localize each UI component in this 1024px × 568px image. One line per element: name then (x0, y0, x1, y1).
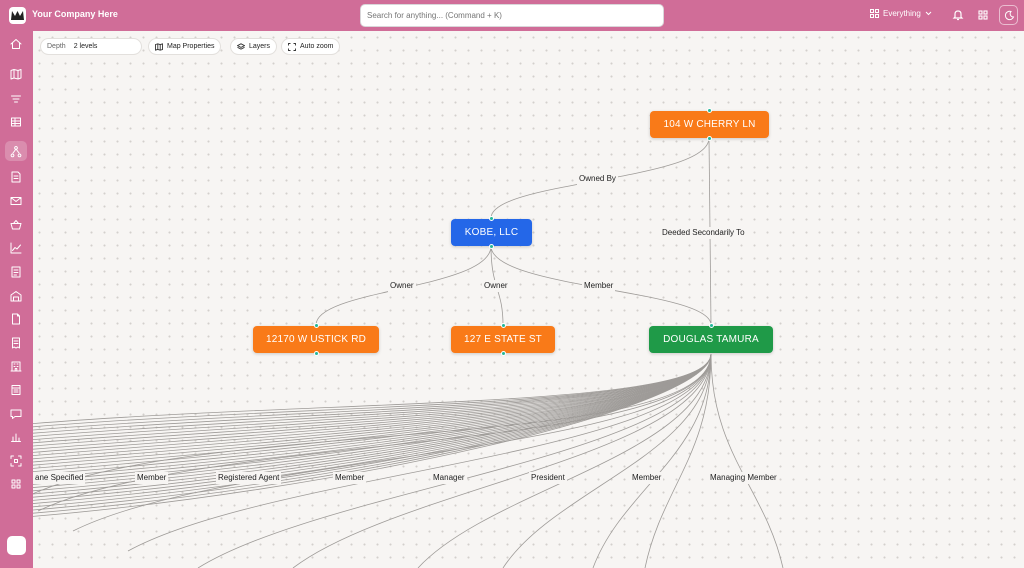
top-bar: Your Company Here Everything (0, 0, 1024, 31)
search-input[interactable] (360, 4, 664, 27)
depth-label: Depth (47, 43, 66, 50)
grid-icon (870, 9, 879, 18)
receipt-icon (12, 337, 20, 349)
ledger-icon (11, 385, 21, 395)
company-logo-icon[interactable] (9, 7, 26, 24)
bar-chart-icon (11, 433, 21, 442)
filter-icon (11, 95, 21, 103)
node-port[interactable] (489, 216, 494, 221)
mail-icon (10, 197, 22, 205)
edge-label: Member (582, 280, 616, 292)
sidebar-item-basket[interactable] (9, 218, 23, 232)
sidebar-item-filter[interactable] (9, 92, 23, 106)
node-port[interactable] (709, 323, 714, 328)
depth-value[interactable]: 2 levels (74, 43, 98, 50)
scope-dropdown[interactable]: Everything (870, 9, 932, 18)
table-icon (11, 117, 21, 127)
edge-label: Member (333, 472, 367, 484)
chat-icon (10, 409, 22, 419)
node-port[interactable] (501, 351, 506, 356)
sidebar-item-file[interactable] (9, 312, 23, 326)
sidebar-item-warehouse[interactable] (9, 289, 23, 303)
sidebar-item-document[interactable] (9, 170, 23, 184)
bell-icon[interactable] (951, 8, 965, 22)
layers-button[interactable]: Layers (230, 38, 278, 55)
home-icon (10, 39, 22, 49)
sidebar-item-mail[interactable] (9, 194, 23, 208)
company-name[interactable]: Your Company Here (32, 9, 118, 19)
sidebar-item-scan[interactable] (9, 454, 23, 468)
apps-icon[interactable] (976, 8, 990, 22)
document-icon (11, 171, 21, 183)
apps-grid-icon (11, 479, 21, 489)
node-port[interactable] (489, 244, 494, 249)
fan-edge (197, 353, 712, 568)
sidebar-item-table[interactable] (9, 115, 23, 129)
sidebar-item-building[interactable] (9, 359, 23, 373)
warehouse-icon (10, 291, 22, 302)
map-properties-label: Map Properties (167, 43, 215, 50)
file-icon (12, 313, 20, 325)
map-properties-button[interactable]: Map Properties (148, 38, 222, 55)
edge-label: Owned By (577, 173, 618, 185)
graph-canvas[interactable]: Depth 2 levels Map Properties Layers Aut… (33, 31, 1024, 568)
sidebar-item-chat[interactable] (9, 407, 23, 421)
sidebar-item-home[interactable] (9, 37, 23, 51)
basket-icon (10, 220, 22, 230)
user-avatar[interactable] (7, 536, 26, 555)
node-port[interactable] (707, 136, 712, 141)
node-127-e-state-st[interactable]: 127 E STATE ST (451, 326, 555, 353)
fan-edge (710, 353, 784, 568)
node-kobe-llc[interactable]: KOBE, LLC (451, 219, 532, 246)
edge-label: Owner (388, 280, 416, 292)
expand-icon (288, 42, 296, 51)
sidebar-item-bar-chart[interactable] (9, 430, 23, 444)
edge-label: President (529, 472, 567, 484)
trend-chart-icon (10, 242, 22, 254)
node-port[interactable] (501, 323, 506, 328)
fan-edge (72, 353, 712, 532)
edge-layer (33, 137, 784, 568)
chevron-down-icon (925, 11, 932, 16)
sidebar-item-map[interactable] (9, 67, 23, 81)
map-icon (10, 69, 22, 80)
theme-toggle-button[interactable] (999, 5, 1018, 25)
graph-icon (10, 146, 22, 158)
sidebar (0, 31, 33, 568)
sidebar-item-ledger[interactable] (9, 383, 23, 397)
edge-label: Member (630, 472, 664, 484)
sidebar-item-report[interactable] (9, 265, 23, 279)
report-icon (11, 266, 21, 278)
map-icon (155, 42, 163, 51)
scan-icon (10, 455, 22, 467)
layers-icon (237, 42, 245, 50)
node-port[interactable] (314, 351, 319, 356)
node-port[interactable] (314, 323, 319, 328)
moon-icon (1004, 10, 1015, 21)
auto-zoom-button[interactable]: Auto zoom (281, 38, 341, 55)
edge-label: Owner (482, 280, 510, 292)
node-port[interactable] (707, 108, 712, 113)
node-104-w-cherry-ln[interactable]: 104 W CHERRY LN (650, 111, 769, 138)
fan-edge (33, 353, 712, 514)
building-icon (10, 361, 22, 372)
edge-label: Managing Member (708, 472, 779, 484)
sidebar-item-graph[interactable] (5, 141, 27, 161)
fan-edge (33, 353, 712, 428)
auto-zoom-label: Auto zoom (300, 43, 334, 50)
scope-label: Everything (883, 9, 921, 18)
depth-control[interactable]: Depth 2 levels (40, 38, 142, 55)
sidebar-item-receipt[interactable] (9, 336, 23, 350)
layers-label: Layers (249, 43, 271, 50)
edge-label: Member (135, 472, 169, 484)
sidebar-item-trend-chart[interactable] (9, 241, 23, 255)
edge-label: ane Specified (33, 472, 86, 484)
edge-label: Registered Agent (216, 472, 282, 484)
node-douglas-tamura[interactable]: DOUGLAS TAMURA (649, 326, 773, 353)
sidebar-item-apps-grid[interactable] (9, 477, 23, 491)
node-12170-w-ustick-rd[interactable]: 12170 W USTICK RD (253, 326, 379, 353)
fan-edge (33, 353, 712, 425)
edge-label: Deeded Secondarily To (660, 227, 747, 239)
edge-label: Manager (431, 472, 467, 484)
